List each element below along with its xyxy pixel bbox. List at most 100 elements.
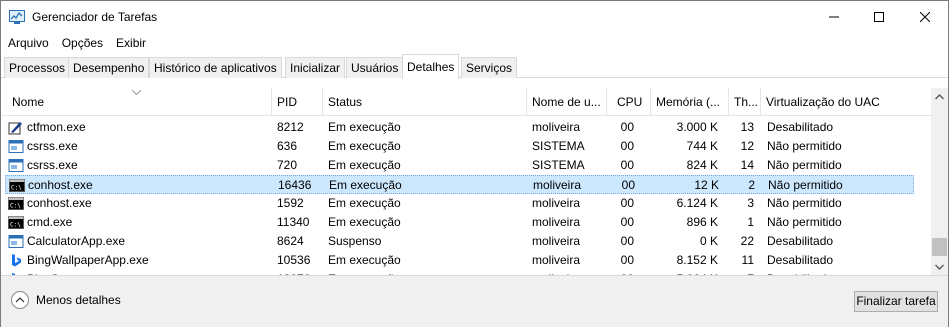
col-status[interactable]: Status — [323, 88, 527, 116]
cell-threads: 12 — [740, 139, 754, 153]
cell-pid: 8624 — [277, 234, 304, 248]
cell-status: Em execução — [328, 120, 401, 134]
cell-name: csrss.exe — [27, 158, 78, 172]
cell-uac: Desabilitado — [767, 234, 834, 248]
table-row[interactable]: ctfmon.exe 8212 Em execução moliveira 00 3.00… — [5, 118, 914, 137]
cell-cpu: 00 — [621, 178, 635, 192]
cell-memory: 744 K — [686, 139, 718, 153]
col-nome[interactable]: Nome — [7, 88, 272, 116]
cell-memory: 12 K — [694, 178, 719, 192]
cell-cpu: 00 — [620, 139, 634, 153]
cell-cpu: 00 — [620, 196, 634, 210]
cell-cpu: 00 — [620, 234, 634, 248]
table-row[interactable]: csrss.exe 636 Em execução SISTEMA 00 744 K 12 N… — [5, 137, 914, 156]
cell-user: moliveira — [532, 253, 581, 267]
cell-name: conhost.exe — [27, 196, 92, 210]
cell-cpu: 00 — [620, 120, 634, 134]
cell-user: moliveira — [532, 215, 581, 229]
svg-text:C:\: C:\ — [11, 185, 22, 192]
tab-inicializar[interactable]: Inicializar — [285, 57, 346, 78]
chevron-up-icon — [935, 93, 944, 100]
cell-memory: 6.124 K — [676, 196, 718, 210]
cell-user: SISTEMA — [532, 158, 585, 172]
menu-bar: Arquivo Opções Exibir — [1, 33, 948, 53]
cell-memory: 896 K — [686, 215, 718, 229]
tab-historico[interactable]: Histórico de aplicativos — [149, 57, 282, 78]
menu-arquivo[interactable]: Arquivo — [1, 33, 55, 53]
cell-uac: Não permitido — [768, 178, 843, 192]
minimize-button[interactable] — [811, 1, 857, 33]
col-pid[interactable]: PID — [272, 88, 323, 116]
cell-name: CalculatorApp.exe — [27, 234, 126, 248]
table-row[interactable]: C:\ conhost.exe 1592 Em execução moliveira 00… — [5, 194, 914, 213]
console-icon: C:\ — [8, 215, 24, 230]
tab-processos[interactable]: Processos — [4, 57, 71, 78]
tab-usuarios[interactable]: Usuários — [346, 57, 404, 78]
chevron-down-icon — [935, 263, 944, 270]
footer-bar: Menos detalhes Finalizar tarefa — [1, 275, 948, 327]
menu-exibir[interactable]: Exibir — [109, 33, 152, 53]
cell-status: Em execução — [329, 178, 402, 192]
cell-uac: Desabilitado — [767, 120, 834, 134]
col-uac[interactable]: Virtualização do UAC — [761, 88, 933, 116]
process-table: Nome PID Status Nome de u... CPU Memória… — [2, 88, 933, 275]
cell-pid: 720 — [277, 158, 298, 172]
cell-pid: 11340 — [277, 215, 310, 229]
cell-cpu: 00 — [620, 253, 634, 267]
table-row[interactable]: CalculatorApp.exe 8624 Suspenso moliveira 00… — [5, 232, 914, 251]
cell-threads: 22 — [740, 234, 754, 248]
less-details-toggle[interactable]: Menos detalhes — [11, 291, 121, 309]
scroll-down-button[interactable] — [931, 258, 948, 275]
cell-threads: 14 — [740, 158, 754, 172]
cell-status: Em execução — [328, 253, 401, 267]
col-threads[interactable]: Th... — [729, 88, 761, 116]
console-icon: C:\ — [8, 196, 24, 211]
less-details-label: Menos detalhes — [36, 293, 121, 307]
cell-name: ctfmon.exe — [27, 120, 86, 134]
maximize-icon — [874, 12, 884, 22]
cell-uac: Não permitido — [767, 196, 842, 210]
scrollbar-thumb[interactable] — [932, 238, 947, 256]
bing-icon — [8, 253, 24, 268]
cell-threads: 3 — [747, 196, 754, 210]
cell-memory: 3.000 K — [676, 120, 718, 134]
tab-servicos[interactable]: Serviços — [461, 57, 518, 78]
close-button[interactable] — [902, 1, 948, 33]
scroll-up-button[interactable] — [931, 88, 948, 105]
title-bar[interactable]: Gerenciador de Tarefas — [1, 1, 948, 33]
table-row[interactable]: csrss.exe 720 Em execução SISTEMA 00 824 K 14 N… — [5, 156, 914, 175]
window-icon — [8, 234, 24, 249]
end-task-button[interactable]: Finalizar tarefa — [854, 291, 938, 312]
cell-uac: Não permitido — [767, 139, 842, 153]
menu-opcoes[interactable]: Opções — [55, 33, 109, 53]
close-icon — [920, 12, 930, 22]
cell-pid: 636 — [277, 139, 298, 153]
console-icon: C:\ — [9, 178, 25, 193]
cell-uac: Não permitido — [767, 215, 842, 229]
window-title: Gerenciador de Tarefas — [32, 10, 158, 24]
col-usuario[interactable]: Nome de u... — [527, 88, 607, 116]
task-manager-window: Gerenciador de Tarefas Arquivo Opções Ex… — [0, 0, 949, 327]
cell-name: cmd.exe — [27, 215, 73, 229]
cell-pid: 8212 — [277, 120, 304, 134]
cell-cpu: 00 — [620, 215, 634, 229]
tab-desempenho[interactable]: Desempenho — [68, 57, 150, 78]
table-row[interactable]: BingWallpaperApp.exe 10536 Em execução moli… — [5, 251, 914, 270]
col-cpu[interactable]: CPU — [607, 88, 651, 116]
tab-detalhes[interactable]: Detalhes — [402, 54, 460, 79]
cell-status: Em execução — [328, 158, 401, 172]
vertical-scrollbar[interactable] — [931, 88, 948, 275]
cell-threads: 13 — [740, 120, 754, 134]
minimize-icon — [829, 16, 839, 18]
cell-user: moliveira — [533, 178, 582, 192]
window-icon — [8, 158, 24, 173]
maximize-button[interactable] — [856, 1, 902, 33]
cell-user: moliveira — [532, 120, 581, 134]
cell-uac: Desabilitado — [767, 253, 834, 267]
chevron-up-circle-icon — [11, 291, 29, 309]
table-row[interactable]: C:\ cmd.exe 11340 Em execução moliveira 00 896… — [5, 213, 914, 232]
cell-user: moliveira — [532, 234, 581, 248]
col-memoria[interactable]: Memória (... — [651, 88, 729, 116]
cell-threads: 1 — [747, 215, 754, 229]
table-row[interactable]: C:\ conhost.exe 16436 Em execução moliveira 0… — [5, 175, 914, 194]
